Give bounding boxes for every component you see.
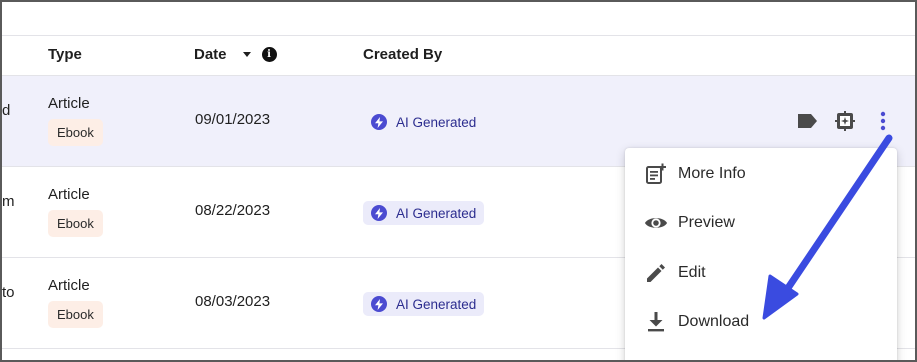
bolt-icon [371, 296, 387, 312]
menu-item-more-info[interactable]: More Info [625, 152, 897, 196]
row-title[interactable]: m [2, 193, 15, 210]
ai-generated-badge: AI Generated [363, 201, 485, 225]
bolt-icon [371, 205, 387, 221]
ebook-badge: Ebook [48, 301, 103, 328]
pencil-icon [644, 261, 668, 285]
row-title[interactable]: to [2, 284, 15, 301]
column-header-date-label: Date [194, 46, 227, 63]
column-header-created-by[interactable]: Created By [363, 46, 442, 63]
download-icon [644, 310, 668, 334]
ai-generated-badge: AI Generated [363, 292, 485, 316]
sort-descending-icon[interactable] [242, 52, 251, 57]
ai-settings-icon[interactable] [833, 109, 857, 133]
row-type: Article [48, 186, 90, 203]
note-add-icon [644, 162, 668, 186]
menu-item-download[interactable]: Download [625, 300, 897, 344]
menu-item-label: More Info [678, 165, 746, 182]
row-date: 08/03/2023 [195, 293, 271, 310]
ai-generated-badge: AI Generated [363, 110, 484, 134]
row-type: Article [48, 95, 90, 112]
app-window: Type Date i Created By d Article Ebook 0… [0, 0, 917, 362]
ai-generated-label: AI Generated [396, 114, 477, 130]
bolt-icon [371, 114, 387, 130]
menu-item-label: Preview [678, 214, 735, 231]
top-bar [2, 2, 915, 36]
ai-generated-label: AI Generated [396, 205, 477, 221]
info-icon[interactable]: i [261, 47, 277, 62]
row-type: Article [48, 277, 90, 294]
ebook-badge: Ebook [48, 210, 103, 237]
menu-item-preview[interactable]: Preview [625, 201, 897, 245]
row-date: 08/22/2023 [195, 202, 271, 219]
row-title[interactable]: d [2, 102, 10, 119]
eye-icon [644, 211, 668, 235]
ai-generated-label: AI Generated [396, 296, 477, 312]
row-actions-menu: More Info Preview Edit Download [625, 148, 897, 360]
menu-item-edit[interactable]: Edit [625, 251, 897, 295]
ebook-badge: Ebook [48, 119, 103, 146]
row-date: 09/01/2023 [195, 111, 271, 128]
row-actions [795, 109, 895, 133]
more-vertical-icon[interactable] [871, 109, 895, 133]
table-header: Type Date i Created By [2, 36, 915, 76]
menu-item-label: Download [678, 313, 750, 330]
column-header-type[interactable]: Type [48, 46, 82, 63]
menu-item-label: Edit [678, 264, 706, 281]
column-header-date[interactable]: Date i [194, 46, 277, 63]
label-icon[interactable] [795, 109, 819, 133]
